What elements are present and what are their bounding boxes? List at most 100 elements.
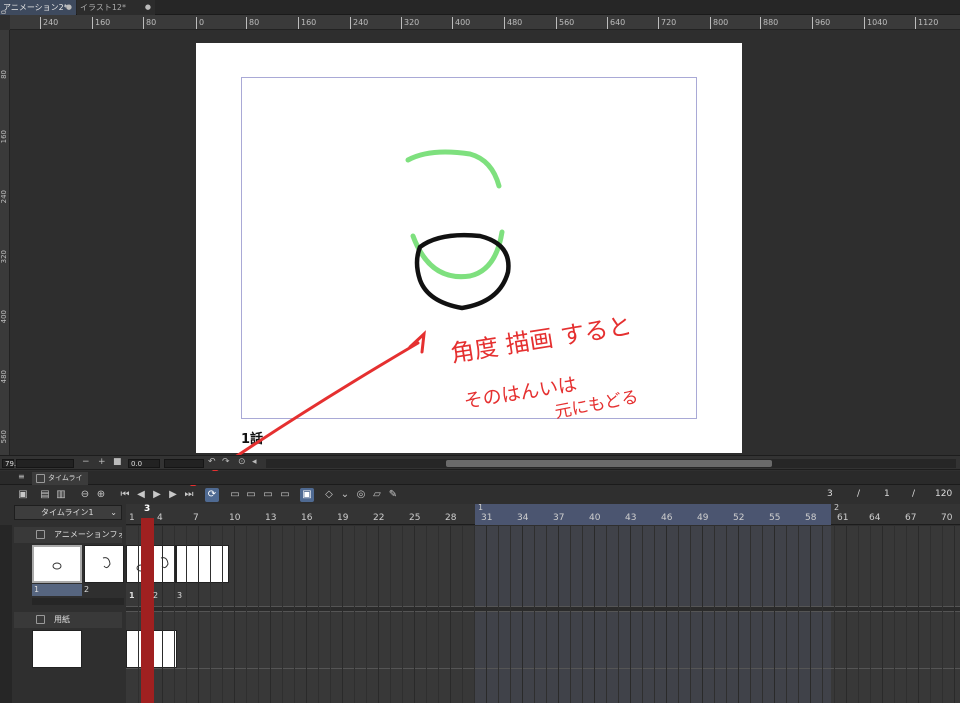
rotate-right-icon[interactable]: ↷ [222,457,230,467]
reset-rotation-icon[interactable]: ⊙ [238,457,246,467]
canvas-area[interactable]: 1話 [10,30,960,455]
frame-gridline [330,526,331,703]
frame-number-label: 31 [481,513,493,523]
timeline-select[interactable]: タイムライン1 ⌄ [14,505,122,520]
ruler-tick-label: 160 [92,17,110,29]
frame-gridline [546,526,547,703]
tab-close-icon[interactable]: ● [66,0,72,15]
ruler-tick-label: 960 [812,17,830,29]
interpolation-icon[interactable]: ◎ [354,488,368,502]
next-frame-icon[interactable]: ▶ [166,488,180,502]
frame-gridline [258,526,259,703]
frame-number-label: 49 [697,513,709,523]
edit-timeline-icon[interactable]: ▤ [38,488,52,502]
timeline-toolbar: ▣ ▤ ▥ ⊖ ⊕ ⏮ ◀ ▶ ▶ ⏭ ⟳ ▭ ▭ ▭ ▭ ▣ ◇ ⌄ ◎ ▱ … [0,486,960,504]
onion-skin-icon[interactable]: ▣ [300,488,314,502]
frame-gridline [462,526,463,703]
frame-gridline [294,526,295,703]
frame-number-label: 58 [805,513,817,523]
new-animation-folder-icon[interactable]: ▭ [228,488,242,502]
ruler-tick-label: 0 [0,10,8,15]
frame-gridline [762,526,763,703]
angle-value[interactable]: 0.0 [128,459,160,468]
ruler-tick-label: 880 [760,17,778,29]
keyframe-icon[interactable]: ◇ [322,488,336,502]
pen-icon[interactable]: ✎ [386,488,400,502]
cel-thumbnail-1[interactable] [32,545,82,583]
timeline-settings-icon[interactable]: ▥ [54,488,68,502]
frame-gridline [282,526,283,703]
angle-slider[interactable] [164,459,204,468]
timeline-grid[interactable] [126,526,960,703]
scrollbar-thumb[interactable] [446,460,772,467]
frame-border [241,77,697,419]
zoom-in-icon[interactable]: ⊕ [94,488,108,502]
keyframe-dropdown-icon[interactable]: ⌄ [338,488,352,502]
frame-ruler[interactable]: 1 2 1 4 7 10 13 16 19 22 25 28 31 34 37 40 43 46 49 52 55 5… [126,503,960,525]
tab-close-icon[interactable]: ● [145,0,151,15]
ruler-tick-label: 240 [40,17,58,29]
frame-gridline [786,526,787,703]
ruler-tick-label: 640 [607,17,625,29]
counter-separator: / [912,489,916,499]
zoom-in-button[interactable]: + [98,457,106,467]
zoom-out-icon[interactable]: ⊖ [78,488,92,502]
layer-animation-folder[interactable]: アニメーションフォルダ [14,527,122,543]
cel-1-label-bg [32,584,82,596]
frame-gridline [570,526,571,703]
play-icon[interactable]: ▶ [150,488,164,502]
first-frame-icon[interactable]: ⏮ [118,488,132,502]
horizontal-ruler: 240 160 80 0 80 160 240 320 400 480 560 640 720 800 88… [10,15,960,30]
ruler-tick-label: 80 [0,70,8,79]
last-frame-icon[interactable]: ⏭ [182,488,196,502]
episode-caption: 1話 [241,432,264,447]
frame-gridline [942,526,943,703]
frame-number-label: 22 [373,513,385,523]
scroll-left-icon[interactable]: ◂ [252,457,257,467]
layer-paper[interactable]: 用紙 [14,612,122,628]
frame-gridline [306,526,307,703]
sequence-number-1: 1 [129,591,135,600]
rotate-left-icon[interactable]: ↶ [208,457,216,467]
zoom-value[interactable]: 79.9 [2,459,21,468]
new-timeline-icon[interactable]: ▣ [16,488,30,502]
timeline-select-label: タイムライン1 [41,508,94,517]
paper-thumbnail[interactable] [32,630,82,668]
frame-gridline [618,526,619,703]
specify-cel-icon[interactable]: ▭ [261,488,275,502]
camera-icon[interactable]: ▱ [370,488,384,502]
tab-label: イラスト12* [80,3,127,12]
prev-frame-icon[interactable]: ◀ [134,488,148,502]
layer-scrollbar[interactable] [32,598,124,605]
loop-playback-icon[interactable]: ⟳ [205,488,219,502]
frame-gridline [690,526,691,703]
cel-thumbnail-2[interactable] [84,545,124,583]
stop-square-icon[interactable]: ■ [113,457,122,467]
timeline-tab[interactable]: タイムライン [32,472,88,495]
frame-gridline [774,526,775,703]
tab-animation2[interactable]: アニメーション2* ● [0,0,76,15]
frame-number-label: 28 [445,513,457,523]
frame-number-label: 55 [769,513,781,523]
ruler-tick-label: 80 [246,17,259,29]
frame-number-label: 25 [409,513,421,523]
new-cel-icon[interactable]: ▭ [244,488,258,502]
panel-menu-icon[interactable]: ≡ [18,472,25,481]
zoom-slider[interactable] [16,459,74,468]
frame-gridline [558,526,559,703]
timeline-panel-header: ≡ タイムライン [0,471,960,495]
frame-gridline [726,526,727,703]
tab-illust12[interactable]: イラスト12* ● [77,0,155,15]
horizontal-scrollbar[interactable] [266,459,956,468]
timeline-tab-icon [36,474,45,483]
frame-gridline [318,526,319,703]
zoom-out-button[interactable]: − [82,457,90,467]
frame-number-label: 43 [625,513,637,523]
playback-range-highlight [475,526,831,703]
ruler-tick-label: 480 [0,370,8,384]
ruler-tick-label: 1040 [864,17,887,29]
paper[interactable]: 1話 [196,43,742,453]
playhead[interactable]: 3 [141,504,154,703]
clear-cel-icon[interactable]: ▭ [278,488,292,502]
frame-gridline [198,526,199,703]
